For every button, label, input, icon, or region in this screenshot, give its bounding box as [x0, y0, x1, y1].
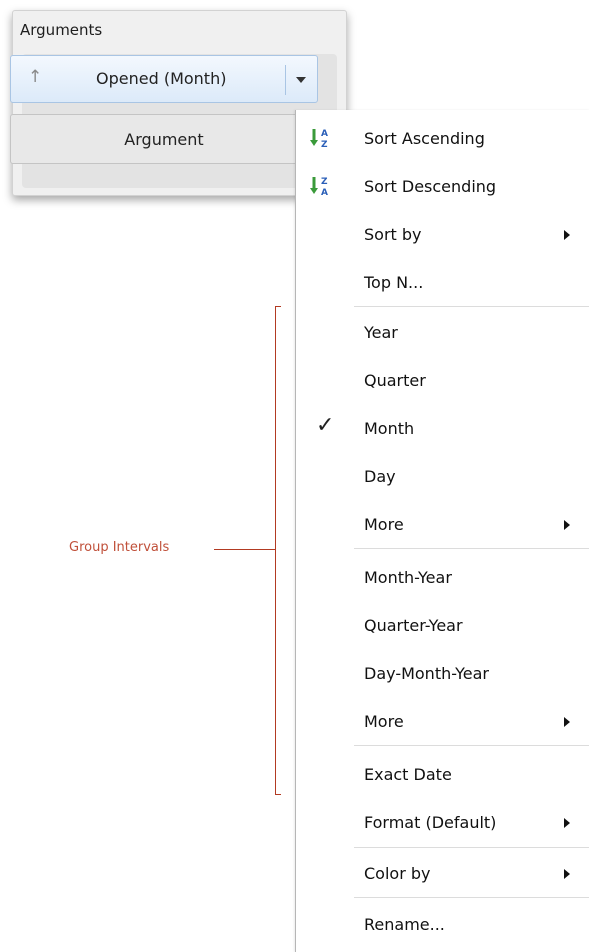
group-intervals-annotation: Group Intervals	[69, 540, 170, 555]
menu-item-label: Quarter	[364, 371, 426, 390]
menu-item-label: Sort Ascending	[364, 129, 485, 148]
menu-item-label: Year	[364, 323, 398, 342]
menu-item-label: Quarter-Year	[364, 616, 463, 635]
sort-descending-icon: Z A	[310, 177, 328, 197]
menu-item-label: Month-Year	[364, 568, 452, 587]
menu-item-sort-descending[interactable]: Z A Sort Descending	[296, 162, 589, 210]
menu-item-label: Month	[364, 419, 415, 438]
menu-item-label: Day	[364, 467, 396, 486]
menu-item-label: Day-Month-Year	[364, 664, 489, 683]
svg-text:Z: Z	[321, 177, 328, 187]
menu-item-label: More	[364, 515, 404, 534]
menu-item-sort-by[interactable]: Sort by	[296, 210, 589, 258]
menu-item-label: Top N...	[364, 273, 424, 292]
menu-item-label: Format (Default)	[364, 813, 497, 832]
submenu-arrow-icon	[564, 230, 570, 240]
menu-separator	[354, 548, 589, 549]
argument-opened-month-button[interactable]: ↑ Opened (Month)	[10, 55, 318, 103]
menu-separator	[354, 897, 589, 898]
menu-item-sort-ascending[interactable]: A Z Sort Ascending	[296, 114, 589, 162]
argument-placeholder-label: Argument	[124, 130, 204, 149]
submenu-arrow-icon	[564, 520, 570, 530]
panel-title: Arguments	[20, 21, 103, 39]
menu-item-more-date-intervals[interactable]: More	[296, 697, 589, 745]
menu-item-month-year[interactable]: Month-Year	[296, 553, 589, 601]
menu-item-label: Color by	[364, 864, 431, 883]
menu-separator	[354, 306, 589, 307]
svg-text:A: A	[321, 188, 328, 197]
menu-item-top-n[interactable]: Top N...	[296, 258, 589, 306]
menu-item-label: Rename...	[364, 915, 445, 934]
menu-item-label: Sort by	[364, 225, 422, 244]
menu-item-color-by[interactable]: Color by	[296, 849, 589, 897]
submenu-arrow-icon	[564, 869, 570, 879]
argument-dropdown-button[interactable]	[287, 56, 317, 102]
chevron-down-icon	[296, 77, 306, 83]
menu-separator	[354, 745, 589, 746]
menu-item-format[interactable]: Format (Default)	[296, 798, 589, 846]
sort-arrow-up-icon[interactable]: ↑	[28, 67, 42, 87]
menu-item-month[interactable]: ✓ Month	[296, 404, 589, 452]
menu-item-label: Sort Descending	[364, 177, 497, 196]
menu-item-label: Exact Date	[364, 765, 452, 784]
divider	[285, 65, 286, 95]
argument-label: Opened (Month)	[96, 69, 227, 88]
menu-item-exact-date[interactable]: Exact Date	[296, 750, 589, 798]
menu-item-day[interactable]: Day	[296, 452, 589, 500]
sort-ascending-icon: A Z	[310, 129, 328, 149]
menu-item-day-month-year[interactable]: Day-Month-Year	[296, 649, 589, 697]
menu-item-more-intervals[interactable]: More	[296, 500, 589, 548]
svg-text:A: A	[321, 129, 328, 139]
svg-text:Z: Z	[321, 140, 328, 149]
menu-item-quarter-year[interactable]: Quarter-Year	[296, 601, 589, 649]
checkmark-icon: ✓	[316, 413, 335, 438]
menu-item-rename[interactable]: Rename...	[296, 900, 589, 948]
argument-placeholder-button[interactable]: Argument	[10, 114, 318, 164]
menu-separator	[354, 847, 589, 848]
annotation-bracket	[275, 306, 281, 795]
annotation-connector	[214, 549, 276, 550]
context-menu: A Z Sort Ascending Z A Sort Descending S…	[295, 110, 589, 952]
menu-item-year[interactable]: Year	[296, 308, 589, 356]
menu-item-quarter[interactable]: Quarter	[296, 356, 589, 404]
submenu-arrow-icon	[564, 717, 570, 727]
submenu-arrow-icon	[564, 818, 570, 828]
menu-item-label: More	[364, 712, 404, 731]
